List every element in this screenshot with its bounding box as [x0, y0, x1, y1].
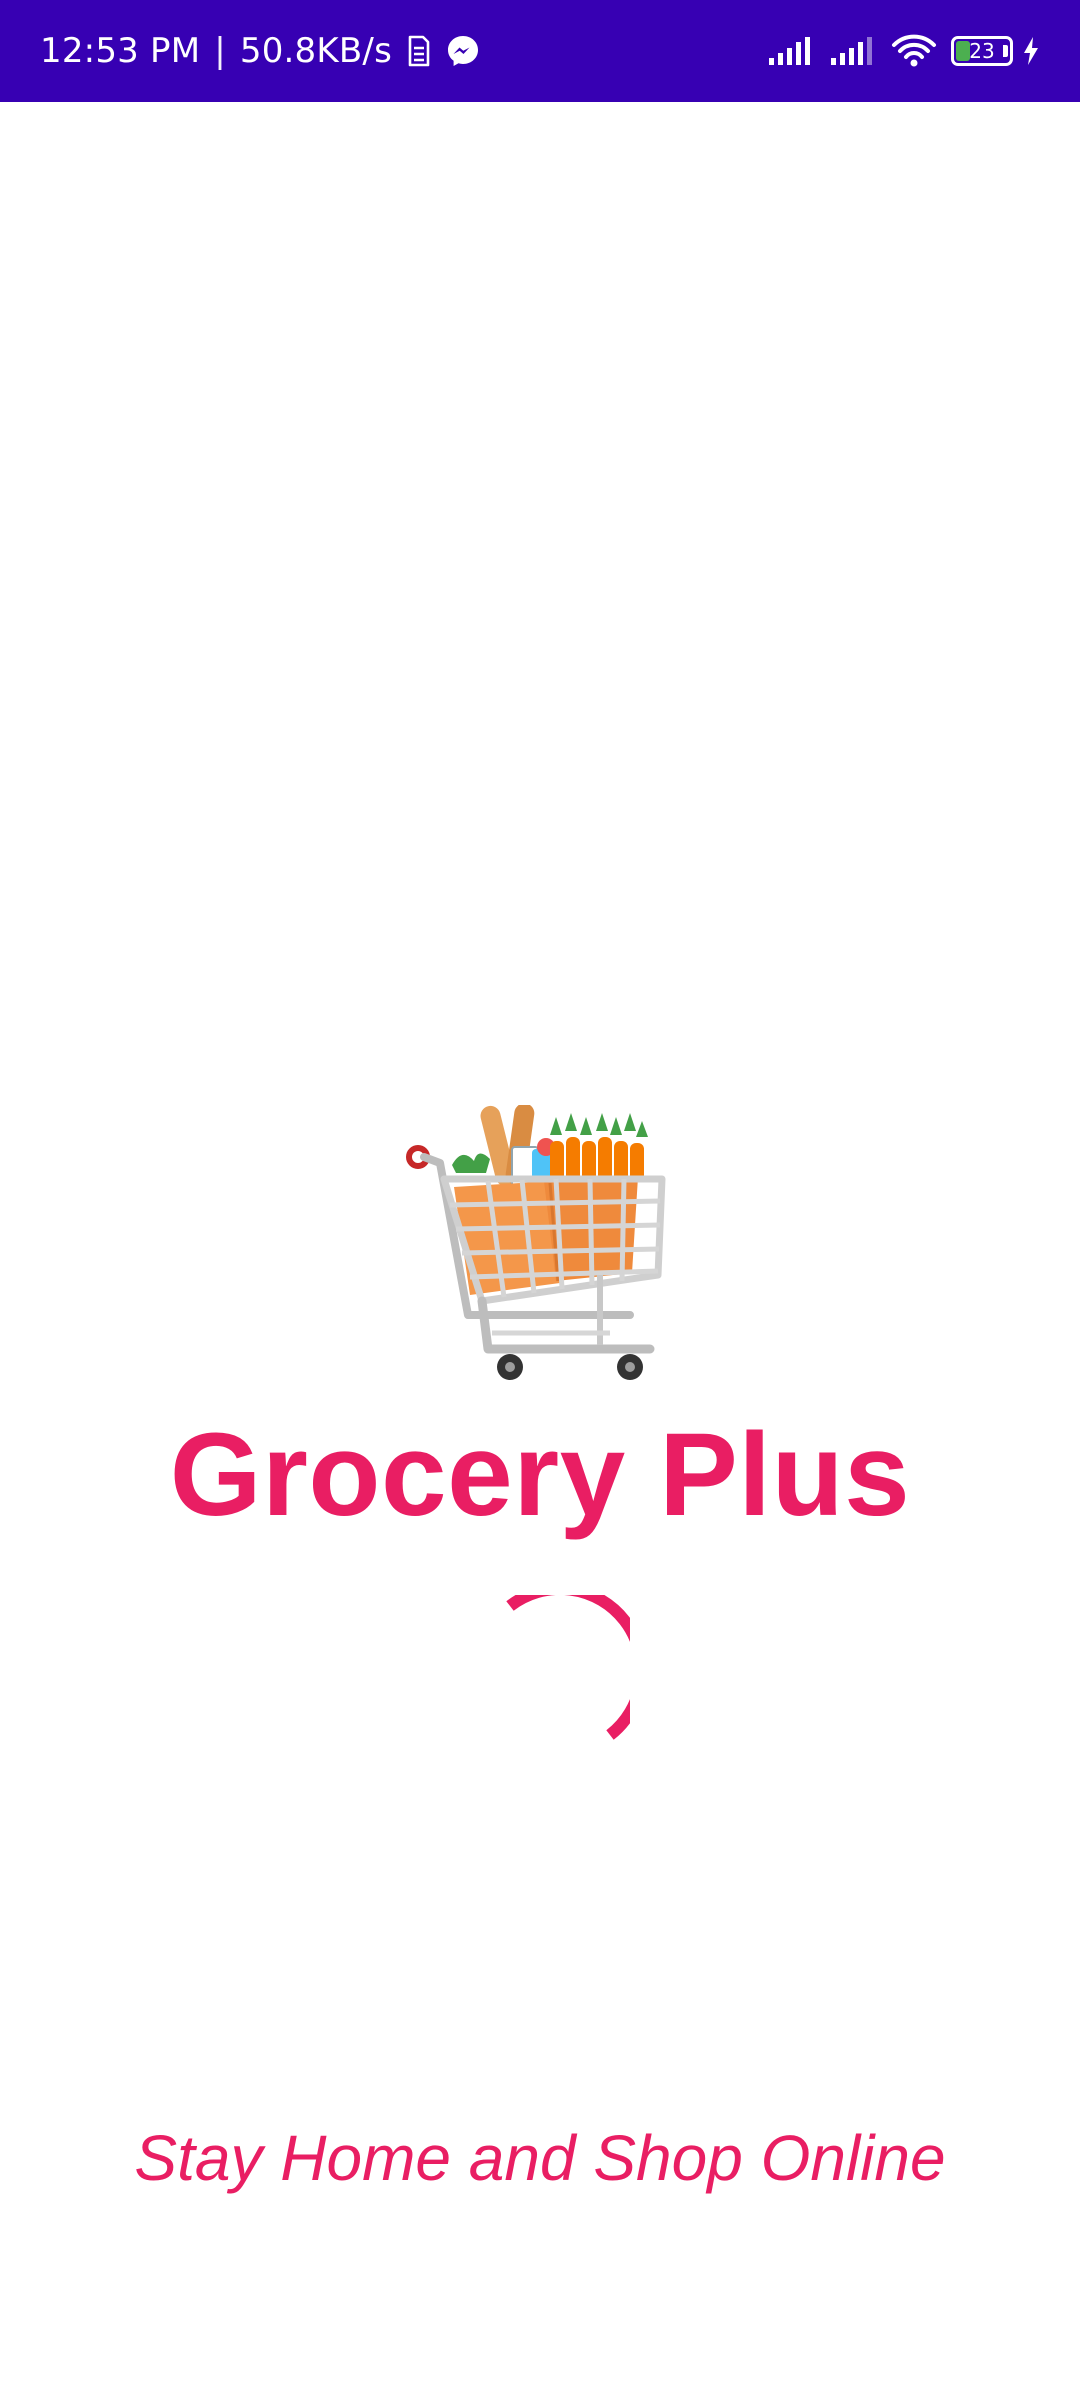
status-bar: 12:53 PM | 50.8KB/s 23 — [0, 0, 1080, 102]
messenger-icon — [446, 34, 480, 68]
loading-spinner — [506, 1595, 630, 1740]
battery-body: 23 — [951, 36, 1013, 66]
network-speed: 50.8KB/s — [239, 31, 392, 71]
status-separator: | — [214, 31, 226, 71]
charging-icon — [1022, 36, 1040, 66]
signal-2-icon — [829, 36, 877, 66]
battery-level: 23 — [969, 39, 995, 63]
battery-icon: 23 — [951, 36, 1013, 66]
grocery-cart-logo-icon — [406, 1105, 666, 1380]
battery-fill — [956, 41, 970, 61]
sim-icon — [406, 34, 432, 68]
wifi-icon — [891, 34, 937, 68]
tagline: Stay Home and Shop Online — [134, 2122, 946, 2194]
status-time: 12:53 PM — [40, 31, 201, 71]
status-left: 12:53 PM | 50.8KB/s — [40, 31, 480, 71]
status-right: 23 — [767, 34, 1040, 68]
app-title: Grocery Plus — [169, 1409, 911, 1541]
signal-1-icon — [767, 36, 815, 66]
splash-screen: 12:53 PM | 50.8KB/s 23 Grocery Plus Stay… — [0, 0, 1080, 2400]
